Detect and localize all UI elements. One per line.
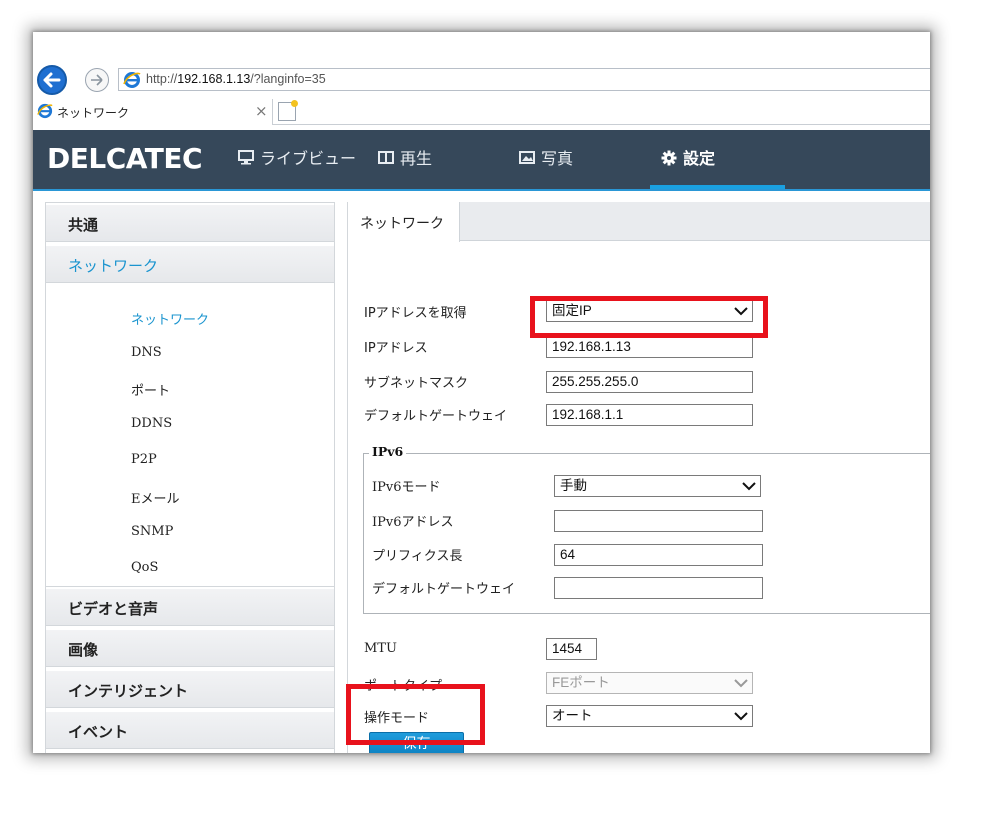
url-bar[interactable]: http://192.168.1.13/?langinfo=35 xyxy=(118,68,930,91)
operation-mode-select[interactable]: オート xyxy=(546,705,753,727)
ip-address-highlight xyxy=(530,296,768,338)
sidebar-group-video-audio[interactable]: ビデオと音声 xyxy=(46,589,334,626)
nav-live-view[interactable]: ライブビュー xyxy=(238,130,356,189)
mtu-label: MTU xyxy=(364,641,397,656)
nav-photo[interactable]: 写真 xyxy=(519,130,573,189)
nav-settings-label: 設定 xyxy=(683,149,716,168)
back-button[interactable] xyxy=(37,65,67,95)
tab-title: ネットワーク xyxy=(57,106,130,120)
sidebar-network-subitems: ネットワーク DNS ポート DDNS P2P Eメール SNMP QoS xyxy=(46,283,334,587)
sidebar-group-label: ビデオと音声 xyxy=(68,600,159,618)
sidebar-item-snmp[interactable]: SNMP xyxy=(131,524,173,539)
subnet-mask-input[interactable]: 255.255.255.0 xyxy=(546,371,753,393)
nav-live-view-label: ライブビュー xyxy=(260,149,357,168)
sidebar-item-ddns[interactable]: DDNS xyxy=(131,416,172,431)
ipv6-address-label: IPv6アドレス xyxy=(372,515,454,530)
ipv6-gateway-input[interactable] xyxy=(554,577,763,599)
settings-content: ネットワーク IPアドレスを取得 固定IP IPアドレス 192.168.1.1… xyxy=(347,202,930,753)
monitor-icon xyxy=(238,150,254,165)
brand-logo: DELCATEC xyxy=(47,142,203,175)
photo-icon xyxy=(519,151,535,164)
sidebar-group-label: ネットワーク xyxy=(68,257,159,275)
ip-address-label: IPアドレス xyxy=(364,341,428,356)
tab-close-icon[interactable]: × xyxy=(255,102,268,120)
settings-sidebar: 共通 ネットワーク ネットワーク DNS ポート DDNS P2P Eメール S… xyxy=(45,202,335,753)
save-button-highlight xyxy=(346,684,485,745)
sidebar-item-email[interactable]: Eメール xyxy=(131,488,180,507)
ipv6-mode-label: IPv6モード xyxy=(372,480,441,495)
prefix-length-label: プリフィクス長 xyxy=(372,549,463,564)
sidebar-group-label: 共通 xyxy=(68,216,99,234)
port-type-value: FEポート xyxy=(552,675,610,690)
tab-network[interactable]: ネットワーク xyxy=(348,202,460,242)
ipv6-mode-value: 手動 xyxy=(560,478,587,493)
address-row: http://192.168.1.13/?langinfo=35 xyxy=(33,63,930,97)
ie-icon xyxy=(123,72,141,88)
ipv6-address-input[interactable] xyxy=(554,510,763,532)
sidebar-group-event[interactable]: イベント xyxy=(46,712,334,749)
sidebar-group-common[interactable]: 共通 xyxy=(46,205,334,242)
content-tabbar: ネットワーク xyxy=(348,202,930,242)
url-host: 192.168.1.13 xyxy=(177,72,251,86)
chevron-down-icon xyxy=(734,712,748,721)
url-path: /?langinfo=35 xyxy=(250,72,326,86)
ipv6-mode-select[interactable]: 手動 xyxy=(554,475,761,497)
sidebar-group-image[interactable]: 画像 xyxy=(46,630,334,667)
nav-settings[interactable]: 設定 xyxy=(661,130,715,189)
new-tab-button[interactable] xyxy=(278,100,298,121)
browser-tab-row: ネットワーク × xyxy=(33,99,930,125)
sidebar-item-p2p[interactable]: P2P xyxy=(131,452,157,467)
nav-playback[interactable]: 再生 xyxy=(378,130,432,189)
sidebar-group-intelligent[interactable]: インテリジェント xyxy=(46,671,334,708)
sidebar-item-network[interactable]: ネットワーク xyxy=(131,309,209,328)
subnet-mask-label: サブネットマスク xyxy=(364,376,469,391)
tab-network-label: ネットワーク xyxy=(360,216,444,232)
forward-button[interactable] xyxy=(85,68,109,92)
prefix-length-input[interactable]: 64 xyxy=(554,544,763,566)
sidebar-group-network[interactable]: ネットワーク xyxy=(46,246,334,283)
ip-address-input[interactable]: 192.168.1.13 xyxy=(546,336,753,358)
chevron-down-icon xyxy=(734,679,748,688)
default-gateway-input[interactable]: 192.168.1.1 xyxy=(546,404,753,426)
port-type-select: FEポート xyxy=(546,672,753,694)
chevron-down-icon xyxy=(742,482,756,491)
ipv6-gateway-label: デフォルトゲートウェイ xyxy=(372,582,516,597)
app-header: DELCATEC ライブビュー 再生 写真 設定 xyxy=(33,130,930,189)
sidebar-item-dns[interactable]: DNS xyxy=(131,345,162,360)
gear-icon xyxy=(661,150,677,165)
header-accent-line xyxy=(33,189,930,191)
sidebar-group-label: 画像 xyxy=(68,641,99,659)
operation-mode-value: オート xyxy=(552,708,593,723)
browser-window: http://192.168.1.13/?langinfo=35 ネットワーク … xyxy=(33,32,930,753)
ip-mode-label: IPアドレスを取得 xyxy=(364,306,467,321)
browser-tab[interactable]: ネットワーク × xyxy=(33,99,273,125)
forward-arrow-icon xyxy=(91,74,103,86)
url-prefix: http:// xyxy=(146,72,178,86)
sidebar-group-label: イベント xyxy=(68,723,129,741)
film-icon xyxy=(378,151,394,164)
default-gateway-label: デフォルトゲートウェイ xyxy=(364,409,508,424)
sidebar-item-port[interactable]: ポート xyxy=(131,380,170,399)
sidebar-item-qos[interactable]: QoS xyxy=(131,560,158,575)
nav-playback-label: 再生 xyxy=(400,149,433,168)
sidebar-group-label: インテリジェント xyxy=(68,682,189,700)
mtu-input[interactable]: 1454 xyxy=(546,638,597,660)
back-arrow-icon xyxy=(43,72,61,88)
tab-ie-icon xyxy=(37,103,53,119)
ipv6-legend: IPv6 xyxy=(369,444,407,459)
nav-photo-label: 写真 xyxy=(541,149,574,168)
url-text: http://192.168.1.13/?langinfo=35 xyxy=(146,72,326,86)
